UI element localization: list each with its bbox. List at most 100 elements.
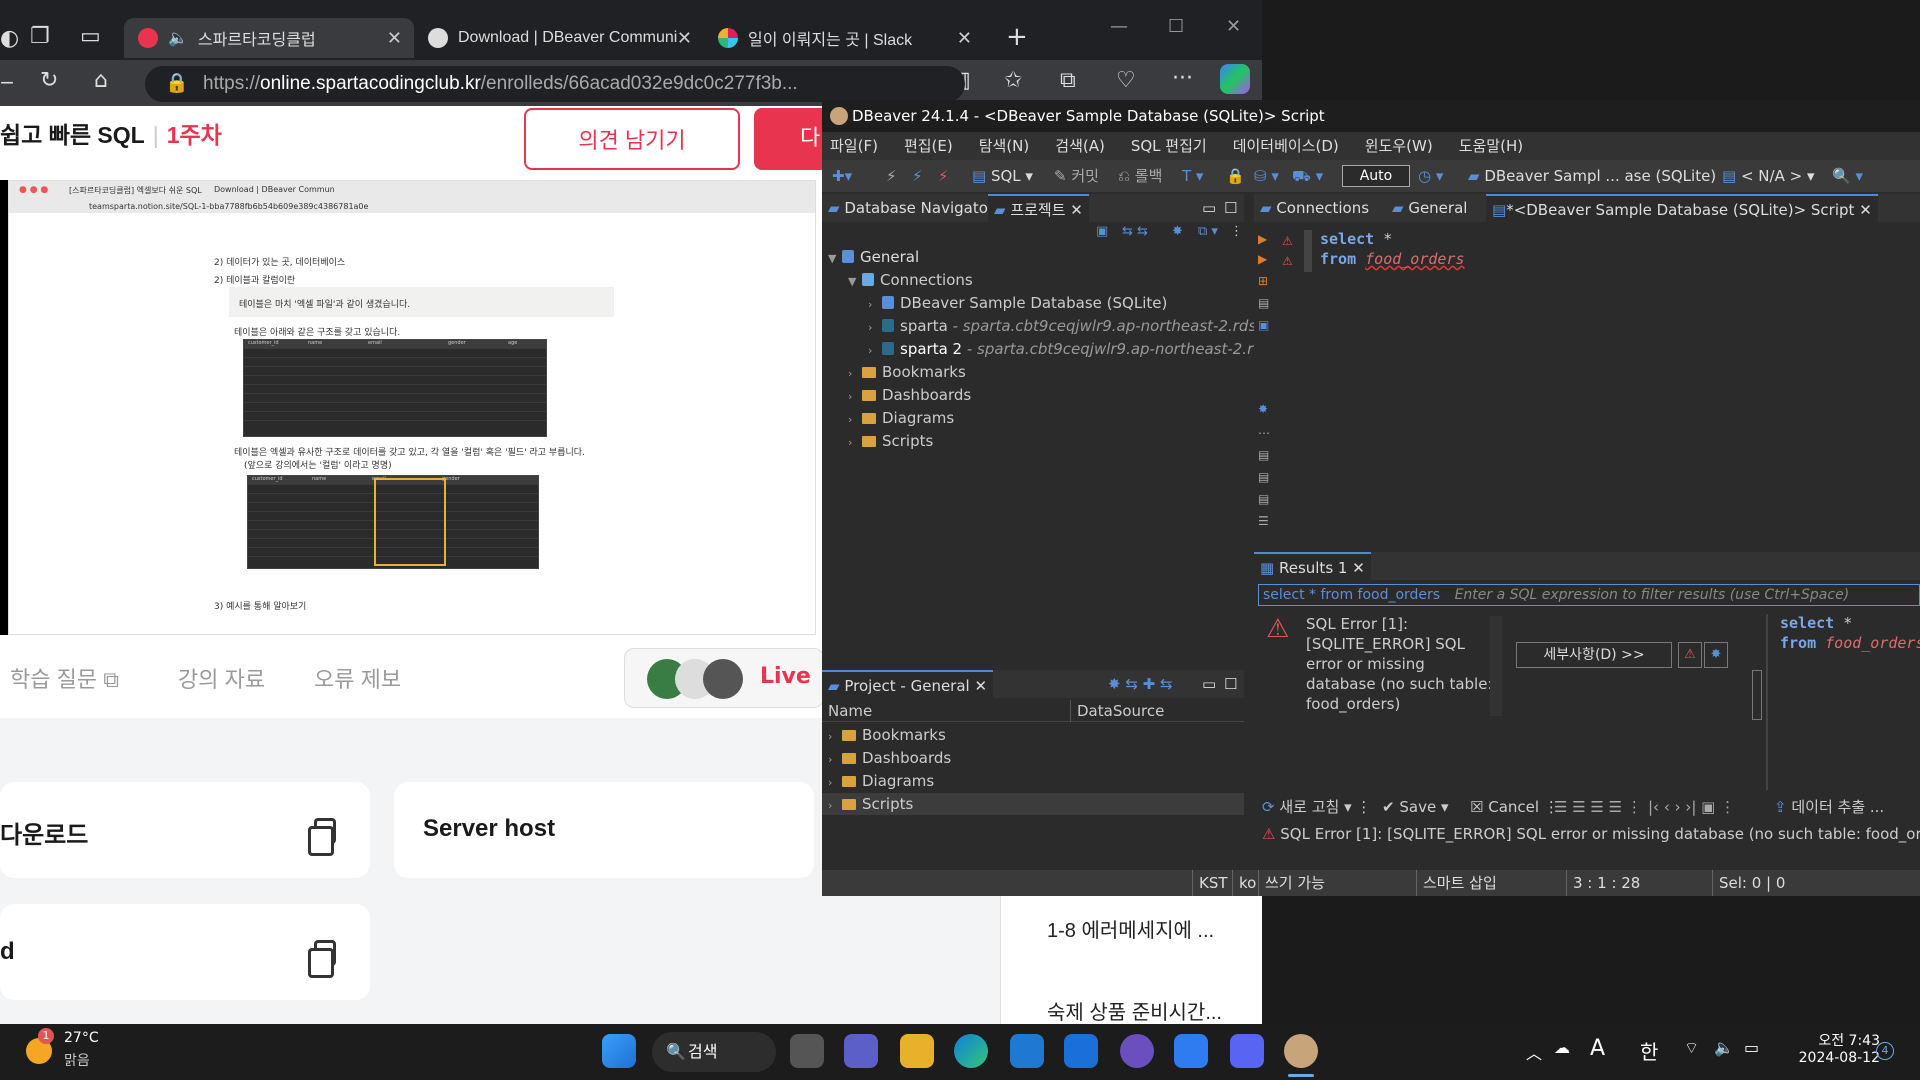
- chevron-up-icon[interactable]: ︿: [1526, 1040, 1542, 1064]
- view-menu-icon[interactable]: ⋮: [1230, 224, 1243, 239]
- lecture-video[interactable]: ● ● ● [스파르타코딩클럽] 엑셀보다 쉬운 SQL Download | …: [8, 180, 816, 635]
- speaker-icon[interactable]: 🔈: [168, 28, 188, 48]
- schema-compare-icon[interactable]: ⛁ ▾: [1254, 160, 1279, 192]
- tree-diagrams[interactable]: › Diagrams: [848, 407, 954, 429]
- favorites-icon[interactable]: ✩: [1004, 68, 1022, 93]
- tree-connection-sparta2[interactable]: › sparta 2 - sparta.cbt9ceqjwlr9.ap-north…: [868, 338, 1285, 360]
- project-toolbar-icons[interactable]: ✸ ⇆ ✚ ⇆: [1108, 670, 1173, 698]
- disconnect-icon[interactable]: ⚡: [912, 160, 923, 192]
- new-connection-icon[interactable]: ✚▾: [832, 160, 852, 192]
- app-icon[interactable]: [1174, 1034, 1208, 1068]
- sql-editor-button[interactable]: ▤ SQL ▾: [972, 160, 1033, 192]
- health-icon[interactable]: ♡: [1116, 68, 1136, 93]
- url-input[interactable]: 🔒 https://online.spartacodingclub.kr/enr…: [145, 66, 965, 102]
- new-tab-button[interactable]: +: [1006, 22, 1028, 52]
- refresh-icon[interactable]: ✸: [1172, 224, 1183, 239]
- execute-icon[interactable]: ▶: [1258, 232, 1267, 246]
- settings-icon[interactable]: ✸: [1258, 402, 1268, 416]
- lock-icon[interactable]: 🔒: [1226, 160, 1245, 192]
- lesson-item[interactable]: 숙제 상품 준비시간...: [1047, 996, 1222, 1024]
- workspaces-icon[interactable]: ❐: [30, 24, 50, 49]
- close-icon[interactable]: ✕: [957, 28, 972, 49]
- connect-icon[interactable]: ⚡: [886, 160, 897, 192]
- transaction-log-icon[interactable]: ⛟ ▾: [1292, 160, 1323, 192]
- minimize-icon[interactable]: —: [1110, 16, 1128, 37]
- menu-window[interactable]: 윈도우(W): [1365, 132, 1433, 160]
- menu-search[interactable]: 검색(A): [1055, 132, 1105, 160]
- row-actions-icons[interactable]: ☰ ☰ ☰ ☰ ⋮: [1554, 794, 1642, 820]
- close-icon[interactable]: ✕: [387, 28, 402, 49]
- project-dashboards[interactable]: › Dashboards: [828, 747, 951, 769]
- tab-project[interactable]: ▰ 프로젝트 ✕: [988, 194, 1089, 222]
- collections-icon[interactable]: ⧉: [1060, 68, 1076, 93]
- notification-badge[interactable]: 4: [1876, 1042, 1894, 1060]
- collapse-icon[interactable]: ▣: [1096, 224, 1108, 239]
- tab-report-error[interactable]: 오류 제보: [314, 662, 401, 694]
- menu-sql-editor[interactable]: SQL 편집기: [1131, 132, 1207, 160]
- tree-scripts[interactable]: › Scripts: [848, 430, 933, 452]
- start-icon[interactable]: [602, 1034, 636, 1068]
- menu-file[interactable]: 파일(F): [830, 132, 878, 160]
- edge-icon[interactable]: [954, 1034, 988, 1068]
- save-button[interactable]: ✔ Save ▾: [1382, 794, 1449, 820]
- more-icon[interactable]: ···: [1172, 66, 1193, 91]
- load-script-icon[interactable]: ▤: [1258, 296, 1269, 310]
- results-filter-input[interactable]: select * from food_orders Enter a SQL ex…: [1258, 584, 1920, 606]
- tab-materials[interactable]: 강의 자료: [178, 662, 265, 694]
- search-icon[interactable]: 🔍 ▾: [1832, 160, 1863, 192]
- refresh-button[interactable]: ⟳ 새로 고침 ▾ ⋮: [1262, 794, 1371, 820]
- task-view-icon[interactable]: [790, 1034, 824, 1068]
- history-icon[interactable]: ◷ ▾: [1418, 160, 1443, 192]
- back-icon[interactable]: ‒: [0, 70, 14, 95]
- copy-icon[interactable]: [308, 940, 336, 978]
- details-button[interactable]: 세부사항(D) >>: [1516, 642, 1672, 668]
- tab-script[interactable]: ▤*<DBeaver Sample Database (SQLite)> Scr…: [1486, 194, 1878, 222]
- discord-icon[interactable]: [1230, 1034, 1264, 1068]
- tree-connection-sample[interactable]: › DBeaver Sample Database (SQLite): [868, 292, 1167, 314]
- export-button[interactable]: ⇪ 데이터 추출 ...: [1774, 794, 1884, 820]
- active-schema-select[interactable]: ▤ < N/A > ▾: [1722, 160, 1815, 192]
- tree-dashboards[interactable]: › Dashboards: [848, 384, 971, 406]
- browser-menu-icon[interactable]: ◐: [0, 26, 19, 51]
- home-icon[interactable]: ⌂: [94, 68, 108, 93]
- tab-project-general[interactable]: ▰ Project - General ✕: [822, 670, 994, 698]
- opinion-button[interactable]: 의견 남기기: [524, 108, 740, 170]
- minimize-icon[interactable]: ▭: [1202, 670, 1216, 698]
- project-bookmarks[interactable]: › Bookmarks: [828, 724, 946, 746]
- battery-icon[interactable]: ▭: [1744, 1038, 1759, 1057]
- tab-general[interactable]: ▰ General: [1386, 194, 1473, 222]
- refresh-icon[interactable]: ↻: [40, 68, 58, 93]
- tab-connections[interactable]: ▰ Connections: [1254, 194, 1375, 222]
- store-icon[interactable]: [1010, 1034, 1044, 1068]
- menu-help[interactable]: 도움말(H): [1459, 132, 1523, 160]
- error-log-icon[interactable]: ⚠: [1678, 642, 1702, 668]
- execute-script-icon[interactable]: ▶: [1258, 252, 1267, 266]
- tab-actions-icon[interactable]: ▭: [80, 24, 101, 49]
- transaction-mode-icon[interactable]: T ▾: [1182, 160, 1203, 192]
- menu-edit[interactable]: 편집(E): [904, 132, 953, 160]
- explain-icon[interactable]: ⊞: [1258, 274, 1268, 288]
- onedrive-icon[interactable]: ☁: [1554, 1038, 1570, 1057]
- tree-connections[interactable]: ▼ Connections: [848, 269, 973, 291]
- file-explorer-icon[interactable]: [900, 1034, 934, 1068]
- tab-questions[interactable]: 학습 질문 ⧉: [10, 662, 119, 694]
- maximize-icon[interactable]: ☐: [1224, 670, 1237, 698]
- tab-slack[interactable]: 일이 이뤄지는 곳 | Slack ✕: [704, 18, 984, 58]
- ime-lang[interactable]: 한: [1640, 1036, 1658, 1065]
- dbeaver-taskbar-icon[interactable]: [1284, 1034, 1318, 1068]
- error-scrollbar[interactable]: [1490, 616, 1502, 716]
- maximize-icon[interactable]: ☐: [1168, 16, 1184, 37]
- close-window-icon[interactable]: ✕: [1226, 16, 1241, 37]
- app-icon[interactable]: [1064, 1034, 1098, 1068]
- filter-icon[interactable]: ⧉ ▾: [1198, 224, 1218, 239]
- wifi-icon[interactable]: ⌔: [1684, 1038, 1699, 1058]
- copilot-icon[interactable]: [1220, 64, 1250, 94]
- meet-icon[interactable]: [844, 1034, 878, 1068]
- ime-mode[interactable]: A: [1590, 1036, 1605, 1061]
- project-diagrams[interactable]: › Diagrams: [828, 770, 934, 792]
- active-datasource-select[interactable]: ▰ DBeaver Sampl ... ase (SQLite): [1468, 160, 1716, 192]
- tree-connection-sparta[interactable]: › sparta - sparta.cbt9ceqjwlr9.ap-northea…: [868, 315, 1285, 337]
- console-icon[interactable]: ▣: [1258, 318, 1269, 332]
- app-icon[interactable]: [1120, 1034, 1154, 1068]
- link-editor-icon[interactable]: ⇆ ⇆: [1122, 224, 1148, 239]
